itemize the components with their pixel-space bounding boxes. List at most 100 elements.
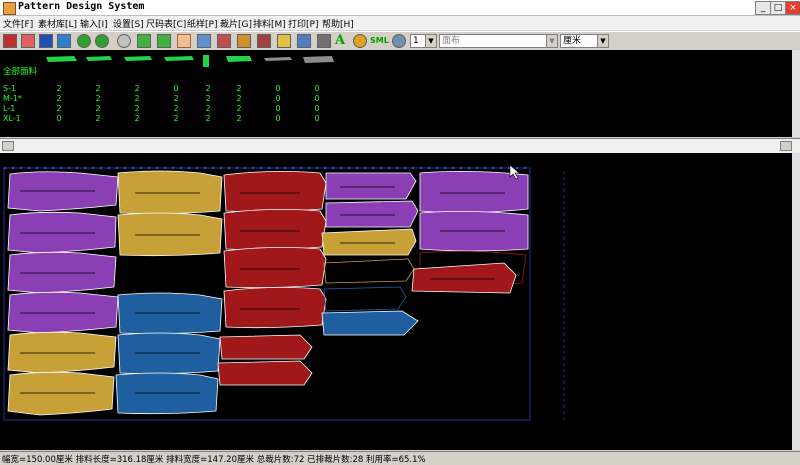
count-cell: 2	[95, 94, 101, 103]
globe-icon[interactable]	[392, 34, 406, 48]
undo-icon[interactable]	[77, 34, 91, 48]
toolbar: A SML 1 ▼ 面布 ▼ 厘米 ▼	[0, 31, 800, 51]
menu-size-chart[interactable]: 尺码表[C]	[146, 17, 186, 30]
rotate-icon[interactable]	[237, 34, 251, 48]
pattern-piece-red	[217, 360, 313, 386]
menu-pieces[interactable]: 裁片[G]	[220, 17, 252, 30]
piece-thumb-3	[124, 56, 152, 61]
grid-icon[interactable]	[197, 34, 211, 48]
menu-marker[interactable]: 排料[M]	[253, 17, 286, 30]
count-cell: 2	[173, 114, 179, 123]
count-cell: 0	[275, 94, 281, 103]
print-icon[interactable]	[297, 34, 311, 48]
count-cell: 2	[236, 94, 242, 103]
fabric-combo[interactable]: 面布 ▼	[439, 34, 558, 48]
marker-canvas[interactable]	[0, 153, 792, 450]
piece-list-panel: 全部面料 S-1 2 2 2 0 2 2 0 0 M-1* 2 2 2 2 2 …	[0, 50, 792, 137]
chevron-down-icon: ▼	[546, 35, 557, 47]
piece-list-scrollbar[interactable]	[792, 50, 800, 137]
pattern-piece-gold	[321, 228, 417, 256]
all-fabric-label: 全部面料	[3, 67, 38, 77]
pattern-piece-gold	[7, 371, 115, 416]
count-cell: 2	[134, 84, 140, 93]
count-cell: 2	[236, 104, 242, 113]
pattern-piece-gold	[117, 212, 223, 257]
count-cell: 2	[134, 104, 140, 113]
count-cell: 2	[95, 104, 101, 113]
piece-thumbnails	[46, 55, 334, 67]
chevron-down-icon: ▼	[597, 35, 608, 47]
piece-thumb-8	[303, 56, 334, 63]
count-cell: 0	[275, 84, 281, 93]
open-icon[interactable]	[21, 34, 35, 48]
size-label: M-1*	[3, 94, 22, 103]
count-cell: 0	[275, 104, 281, 113]
new-icon[interactable]	[3, 34, 17, 48]
unit-combo[interactable]: 厘米 ▼	[560, 34, 609, 48]
pattern-piece-purple	[325, 200, 419, 228]
count-cell: 0	[314, 84, 320, 93]
piece-list-hscrollbar[interactable]	[0, 138, 800, 154]
scroll-right-button[interactable]	[780, 141, 792, 151]
hand-tool-icon[interactable]	[177, 34, 191, 48]
layer-combo[interactable]: 1 ▼	[410, 34, 437, 48]
count-cell: 2	[236, 114, 242, 123]
size-label: L-1	[3, 104, 16, 113]
size-label: XL-1	[3, 114, 21, 123]
count-cell: 2	[173, 104, 179, 113]
flip-icon[interactable]	[217, 34, 231, 48]
count-cell: 0	[275, 114, 281, 123]
settings-icon[interactable]	[317, 34, 331, 48]
size-label: S-1	[3, 84, 17, 93]
title-bar: Pattern Design System _ □ ×	[0, 0, 800, 16]
canvas-scrollbar[interactable]	[792, 153, 800, 450]
piece-thumb-5	[203, 55, 209, 67]
count-cell: 2	[205, 104, 211, 113]
menu-material-library[interactable]: 素材库[L]	[38, 17, 77, 30]
piece-thumb-1	[46, 56, 77, 62]
menu-settings[interactable]: 设置[S]	[113, 17, 144, 30]
menu-file[interactable]: 文件[F]	[3, 17, 33, 30]
count-cell: 2	[236, 84, 242, 93]
sml-icon[interactable]: SML	[370, 34, 390, 48]
vertical-move-icon[interactable]	[137, 34, 151, 48]
minimize-button[interactable]: _	[755, 1, 771, 15]
maximize-button[interactable]: □	[770, 1, 786, 15]
measure-icon[interactable]	[277, 34, 291, 48]
pattern-piece-purple	[419, 171, 529, 213]
close-button[interactable]: ×	[785, 1, 800, 15]
pattern-piece-red	[223, 209, 327, 251]
horizontal-move-icon[interactable]	[157, 34, 171, 48]
count-cell: 2	[56, 104, 62, 113]
pattern-piece-purple	[325, 172, 417, 200]
window-title: Pattern Design System	[18, 1, 145, 12]
pattern-piece-gold	[117, 170, 223, 215]
scroll-left-button[interactable]	[2, 141, 14, 151]
pattern-piece-red	[223, 247, 327, 289]
redo-icon[interactable]	[95, 34, 109, 48]
text-tool-icon[interactable]: A	[335, 34, 349, 48]
pattern-piece-red	[223, 287, 327, 329]
count-cell: 0	[56, 114, 62, 123]
menu-help[interactable]: 帮助[H]	[322, 17, 354, 30]
count-cell: 2	[134, 114, 140, 123]
save-icon[interactable]	[39, 34, 53, 48]
count-cell: 0	[314, 104, 320, 113]
menu-input[interactable]: 输入[I]	[80, 17, 108, 30]
count-cell: 2	[95, 84, 101, 93]
pattern-piece-purple	[7, 171, 119, 212]
zoom-icon[interactable]	[117, 34, 131, 48]
pattern-piece-outline	[323, 286, 407, 312]
count-cell: 2	[134, 94, 140, 103]
menu-pattern[interactable]: 纸样[P]	[187, 17, 217, 30]
count-cell: 2	[173, 94, 179, 103]
save-as-icon[interactable]	[57, 34, 71, 48]
pattern-piece-blue	[321, 310, 419, 336]
count-cell: 2	[205, 94, 211, 103]
menu-print[interactable]: 打印[P]	[288, 17, 318, 30]
plot-icon[interactable]	[257, 34, 271, 48]
pattern-piece-red	[223, 171, 327, 213]
count-cell: 0	[314, 114, 320, 123]
color-icon[interactable]	[353, 34, 367, 48]
count-cell: 2	[56, 84, 62, 93]
